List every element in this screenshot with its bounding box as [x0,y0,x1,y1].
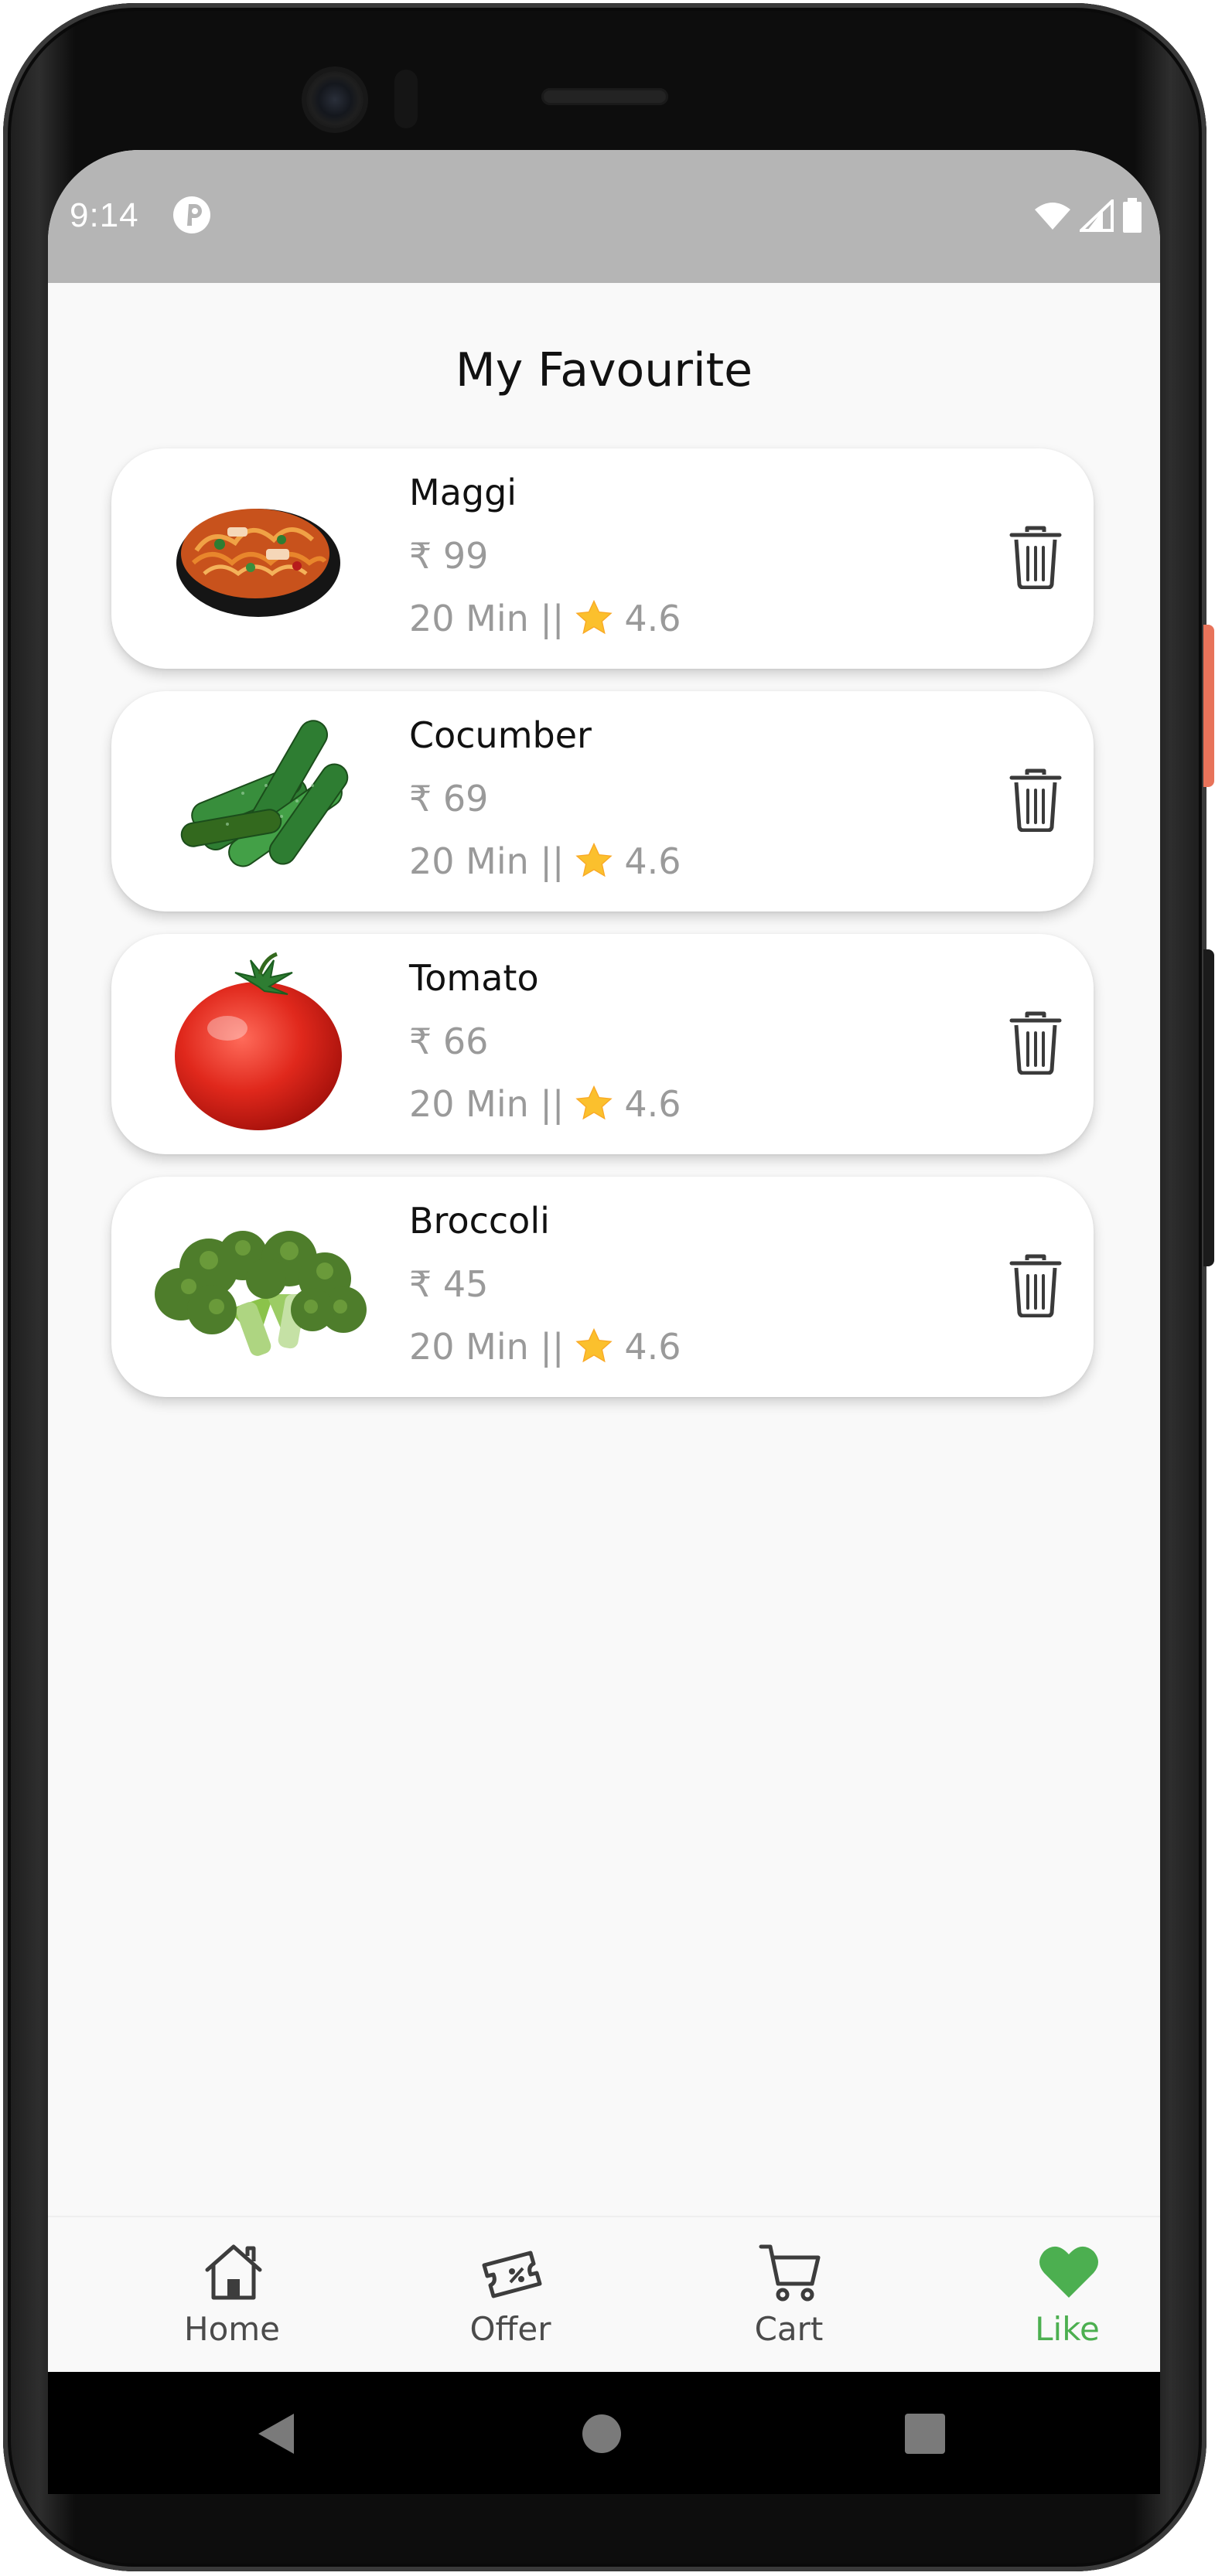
nav-label: Offer [469,2310,551,2348]
item-meta: 20 Min || 4.6 [409,598,681,639]
item-name: Broccoli [409,1200,550,1242]
cart-icon [759,2244,821,2302]
item-name: Tomato [409,957,539,999]
broccoli-image [155,1231,367,1356]
delivery-time: 20 Min || [409,1083,565,1125]
delivery-time: 20 Min || [409,1326,565,1368]
battery-icon [1123,198,1142,233]
nav-cart[interactable]: Cart [696,2217,882,2373]
favourite-item-card[interactable]: Maggi ₹ 99 20 Min || 4.6 [111,448,1094,669]
rating-value: 4.6 [624,1083,681,1125]
home-icon [205,2244,262,2300]
status-icons [1033,198,1143,233]
app-screen: 9:14 My Favourite Maggi ₹ 99 20 Min || 4… [48,150,1160,2494]
nav-offer[interactable]: Offer [418,2217,603,2373]
rating-value: 4.6 [624,1326,681,1368]
star-icon [575,599,613,635]
nav-like[interactable]: Like [974,2217,1160,2373]
volume-button [1203,949,1214,1266]
item-price: ₹ 66 [409,1021,489,1062]
nav-home[interactable]: Home [139,2217,325,2373]
favourite-item-card[interactable]: Tomato ₹ 66 20 Min || 4.6 [111,934,1094,1154]
delete-icon[interactable] [1009,768,1063,832]
rating-value: 4.6 [624,840,681,882]
star-icon [575,1327,613,1363]
delete-icon[interactable] [1009,526,1063,589]
bottom-navigation: Home Offer Cart Like [48,2216,1160,2373]
signal-icon [1080,199,1114,232]
item-meta: 20 Min || 4.6 [409,840,681,882]
favourite-item-card[interactable]: Broccoli ₹ 45 20 Min || 4.6 [111,1177,1094,1397]
heart-icon [1039,2246,1098,2298]
star-icon [575,842,613,877]
earpiece-speaker [541,88,668,105]
front-camera [306,71,363,128]
back-icon[interactable] [255,2412,297,2455]
recents-icon[interactable] [905,2414,945,2454]
system-navigation-bar [48,2372,1160,2494]
item-price: ₹ 45 [409,1263,489,1305]
nav-label: Cart [754,2310,824,2348]
item-name: Maggi [409,472,517,513]
item-meta: 20 Min || 4.6 [409,1326,681,1368]
delivery-time: 20 Min || [409,840,565,882]
item-price: ₹ 69 [409,778,489,819]
delete-icon[interactable] [1009,1254,1063,1317]
power-button [1203,625,1214,787]
app-notification-icon [173,196,210,233]
rating-value: 4.6 [624,598,681,639]
nav-label: Like [1035,2310,1100,2348]
favourite-item-card[interactable]: Cocumber ₹ 69 20 Min || 4.6 [111,691,1094,911]
cucumber-image [180,720,349,867]
star-icon [575,1085,613,1120]
wifi-icon [1035,203,1070,230]
delivery-time: 20 Min || [409,598,565,639]
item-price: ₹ 99 [409,535,489,577]
page-title: My Favourite [455,343,753,397]
tomato-image [175,952,342,1130]
status-time: 9:14 [70,196,139,234]
noodles-image [176,509,340,617]
status-bar: 9:14 [48,150,1160,283]
ticket-icon [482,2251,542,2298]
delete-icon[interactable] [1009,1011,1063,1075]
home-circle-icon[interactable] [582,2414,622,2454]
nav-label: Home [183,2310,281,2348]
item-meta: 20 Min || 4.6 [409,1083,681,1125]
item-name: Cocumber [409,714,592,756]
proximity-sensor [394,70,418,128]
